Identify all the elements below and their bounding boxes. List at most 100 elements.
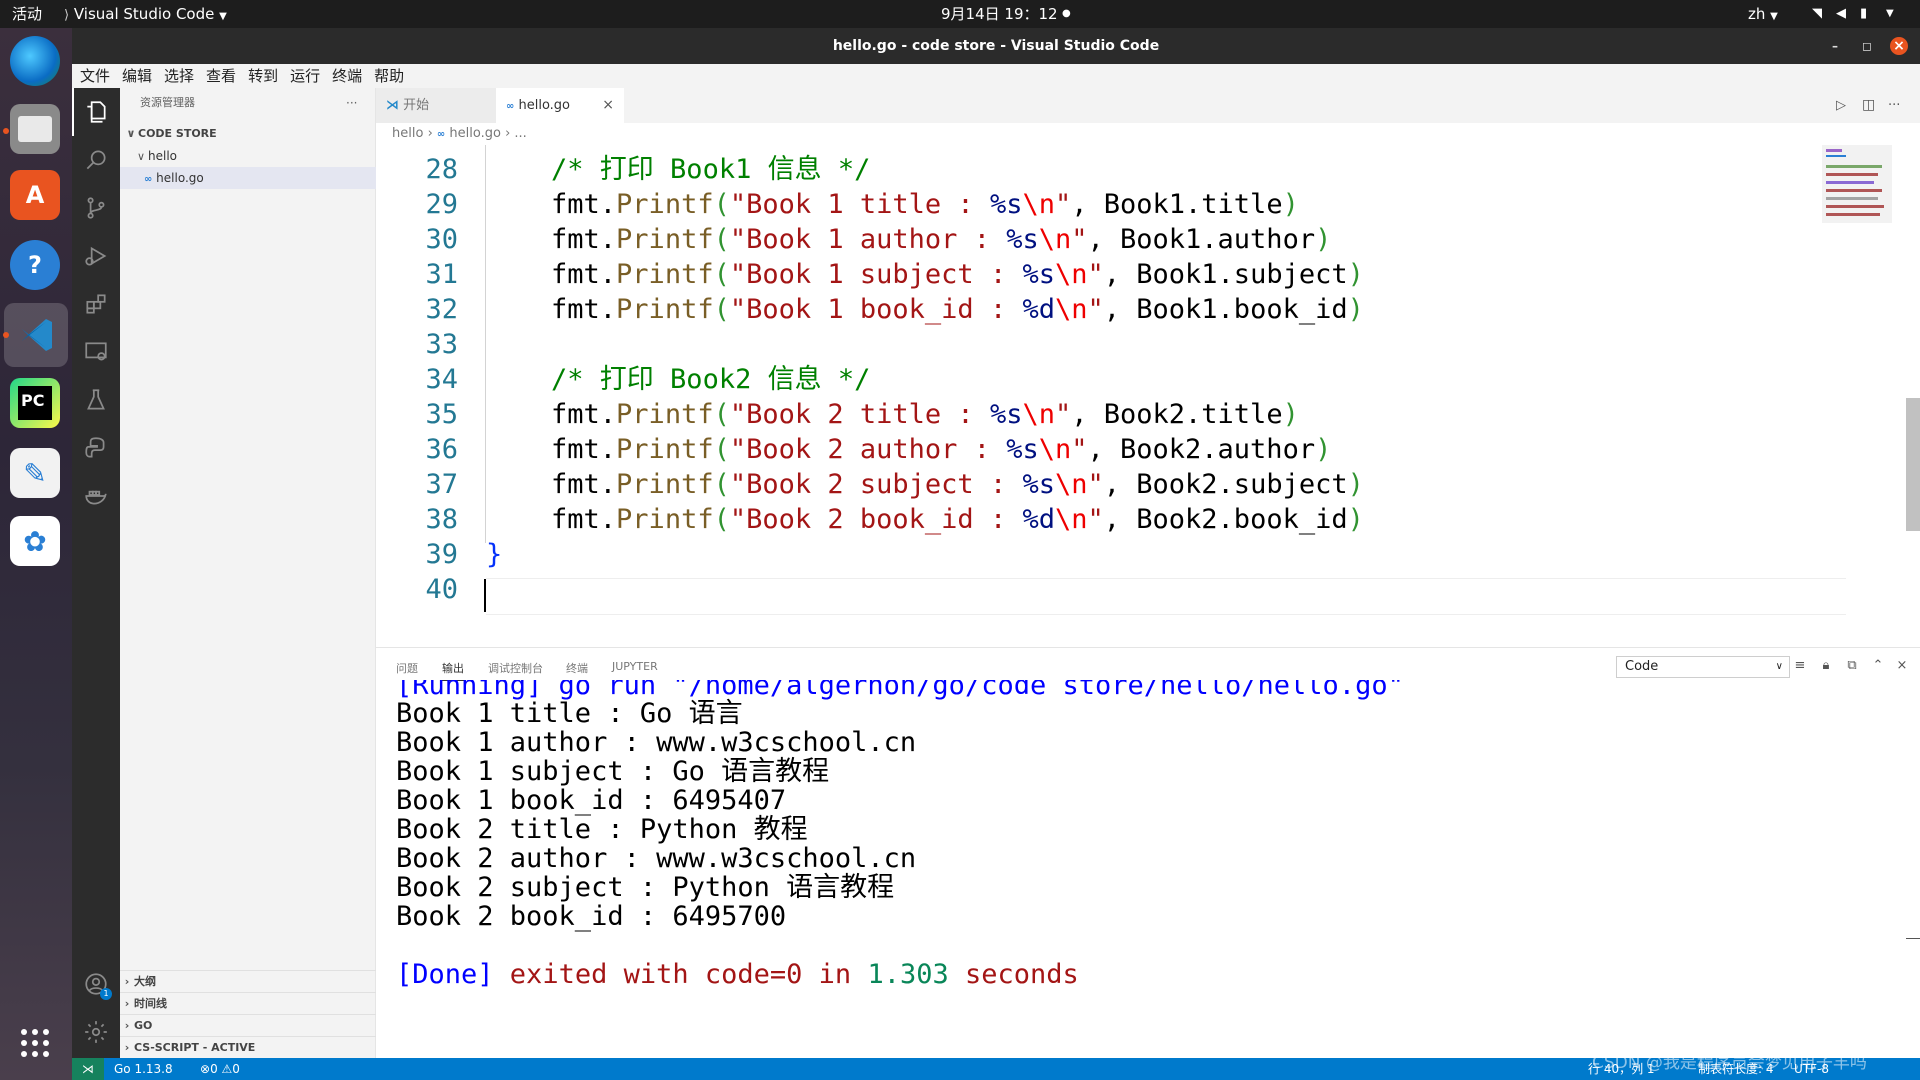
vscode-dock-icon[interactable] <box>4 303 68 367</box>
battery-icon[interactable]: ▮ <box>1860 0 1867 28</box>
input-method-indicator[interactable]: zh ▼ <box>1748 0 1778 28</box>
panel-tab-output[interactable]: 输出 <box>442 660 464 681</box>
output-channel-select[interactable]: Code ∨ <box>1616 656 1790 678</box>
wifi-icon[interactable]: ◥ <box>1812 0 1822 28</box>
section-timeline-label: 时间线 <box>134 997 167 1010</box>
software-center-icon[interactable]: A <box>10 170 60 220</box>
section-cs-script[interactable]: › CS-SCRIPT - ACTIVE <box>120 1036 376 1059</box>
minimize-button[interactable]: – <box>1826 37 1844 55</box>
line-number[interactable]: 35 <box>376 397 458 432</box>
line-number[interactable]: 32 <box>376 292 458 327</box>
code-line: 32 fmt.Printf("Book 1 book_id : %d\n", B… <box>376 292 1846 327</box>
manage-gear-icon[interactable] <box>72 1008 120 1056</box>
explorer-icon[interactable] <box>72 88 120 136</box>
line-number[interactable]: 28 <box>376 152 458 187</box>
problems-indicator[interactable]: ⊗0 ⚠0 <box>200 1058 240 1080</box>
code-token: "Book 2 book_id : <box>729 504 1023 535</box>
go-version[interactable]: Go 1.13.8 <box>114 1058 173 1080</box>
folder-hello[interactable]: ∨ hello <box>120 145 390 167</box>
maximize-button[interactable]: ◻ <box>1858 37 1876 55</box>
run-code-icon[interactable]: ▷ <box>1836 88 1846 123</box>
menu-file[interactable]: 文件 <box>74 64 116 88</box>
tab-hello-go-label: hello.go <box>518 98 571 113</box>
extensions-icon[interactable] <box>72 280 120 328</box>
line-number[interactable]: 33 <box>376 327 458 362</box>
python-icon[interactable] <box>72 424 120 472</box>
line-number[interactable]: 40 <box>376 572 458 607</box>
accounts-icon[interactable]: 1 <box>72 960 120 1008</box>
remote-explorer-icon[interactable] <box>72 328 120 376</box>
docker-icon[interactable] <box>72 472 120 520</box>
close-panel-icon[interactable]: × <box>1892 656 1912 676</box>
breadcrumb-file[interactable]: hello.go <box>449 126 501 141</box>
menu-terminal[interactable]: 终端 <box>326 64 368 88</box>
code-token: ( <box>713 434 730 465</box>
breadcrumb-symbol[interactable]: ... <box>514 126 526 141</box>
show-applications-icon[interactable] <box>10 1018 60 1068</box>
section-outline[interactable]: › 大纲 <box>120 970 376 993</box>
line-number[interactable]: 38 <box>376 502 458 537</box>
window-title-bar[interactable]: hello.go - code store - Visual Studio Co… <box>72 28 1920 64</box>
warning-icon: ⚠ <box>221 1062 233 1076</box>
code-token: " <box>1071 434 1088 465</box>
split-editor-icon[interactable]: ◫ <box>1862 88 1875 123</box>
more-actions-icon[interactable]: ··· <box>1888 88 1900 123</box>
remote-indicator-icon[interactable]: ⋊ <box>72 1058 104 1080</box>
code-token: /* 打印 Book1 信息 */ <box>551 154 871 185</box>
line-number[interactable]: 29 <box>376 187 458 222</box>
code-token: ) <box>1315 434 1332 465</box>
edge-browser-icon[interactable] <box>10 36 60 86</box>
running-indicator <box>3 332 9 338</box>
code-editor[interactable]: 28 /* 打印 Book1 信息 */29 fmt.Printf("Book … <box>376 145 1920 647</box>
line-number[interactable]: 31 <box>376 257 458 292</box>
tab-hello-go[interactable]: ∞ hello.go × <box>496 88 624 123</box>
line-number[interactable]: 30 <box>376 222 458 257</box>
menu-go[interactable]: 转到 <box>242 64 284 88</box>
testing-icon[interactable] <box>72 376 120 424</box>
output-view[interactable]: [Running] go run "/home/algernon/go/code… <box>376 680 1896 1059</box>
tab-welcome[interactable]: ⋊ 开始 <box>376 88 506 123</box>
file-hello-go[interactable]: ∞ hello.go <box>120 167 400 189</box>
menu-selection[interactable]: 选择 <box>158 64 200 88</box>
output-done-line: [Done] exited with code=0 in 1.303 secon… <box>396 957 1079 992</box>
files-icon[interactable] <box>10 104 60 154</box>
panel-tab-terminal[interactable]: 终端 <box>566 660 588 676</box>
breadcrumb-folder[interactable]: hello <box>392 126 423 141</box>
minimap[interactable] <box>1822 145 1906 225</box>
activities-button[interactable]: 活动 <box>12 0 42 28</box>
line-number[interactable]: 39 <box>376 537 458 572</box>
line-number[interactable]: 37 <box>376 467 458 502</box>
line-number[interactable]: 36 <box>376 432 458 467</box>
lock-scroll-icon[interactable]: 🔒︎ <box>1816 656 1836 676</box>
menu-view[interactable]: 查看 <box>200 64 242 88</box>
pycharm-icon[interactable]: PC <box>10 378 60 428</box>
more-actions-icon[interactable]: ··· <box>346 92 357 114</box>
search-icon[interactable] <box>72 136 120 184</box>
menu-help[interactable]: 帮助 <box>368 64 410 88</box>
workspace-root[interactable]: ∨ CODE STORE <box>120 123 380 145</box>
baidu-netdisk-icon[interactable]: ✿ <box>10 516 60 566</box>
text-editor-icon[interactable]: ✎ <box>10 448 60 498</box>
panel-tab-jupyter[interactable]: JUPYTER <box>612 660 658 673</box>
panel-tab-problems[interactable]: 问题 <box>396 660 418 676</box>
section-go[interactable]: › GO <box>120 1014 376 1037</box>
line-number[interactable]: 34 <box>376 362 458 397</box>
clock[interactable]: 9月14日 19：12 <box>941 0 1058 28</box>
run-debug-icon[interactable] <box>72 232 120 280</box>
menu-run[interactable]: 运行 <box>284 64 326 88</box>
maximize-panel-icon[interactable]: ⌃ <box>1868 656 1888 676</box>
help-icon[interactable]: ? <box>10 240 60 290</box>
close-tab-icon[interactable]: × <box>602 88 614 123</box>
panel-tab-debug-console[interactable]: 调试控制台 <box>488 660 543 676</box>
source-control-icon[interactable] <box>72 184 120 232</box>
menu-edit[interactable]: 编辑 <box>116 64 158 88</box>
close-window-button[interactable]: × <box>1890 37 1908 55</box>
system-menu-caret-icon[interactable]: ▼ <box>1886 0 1894 28</box>
open-in-editor-icon[interactable]: ⧉ <box>1842 656 1862 676</box>
app-menu[interactable]: ⟩ Visual Studio Code ▼ <box>64 0 227 28</box>
section-timeline[interactable]: › 时间线 <box>120 992 376 1015</box>
code-token: fmt. <box>486 294 617 325</box>
editor-scrollbar-thumb[interactable] <box>1906 398 1920 531</box>
volume-icon[interactable]: ◀ <box>1836 0 1846 28</box>
clear-output-icon[interactable]: ≡ <box>1790 656 1810 676</box>
